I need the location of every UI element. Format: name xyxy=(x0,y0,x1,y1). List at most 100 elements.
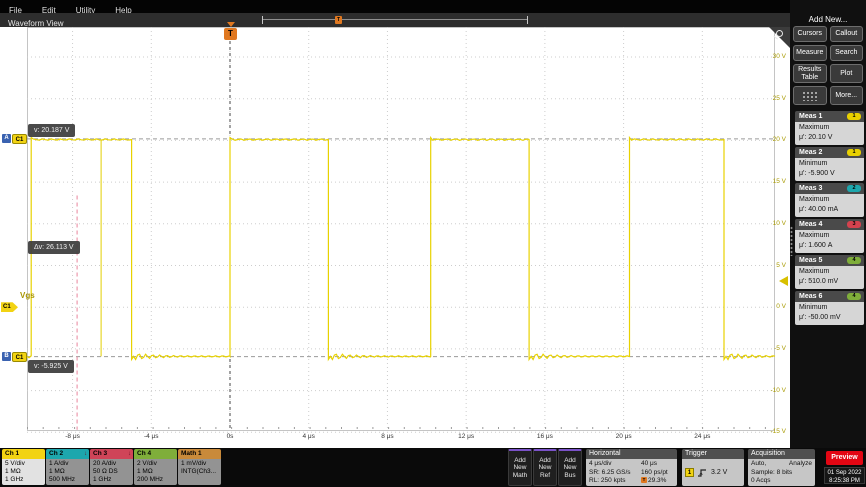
measurement-source-badge: 4 xyxy=(847,293,861,300)
measurement-badge[interactable]: Meas 54Maximumμ′: 510.0 mV xyxy=(795,255,864,289)
channel-settings: 5 V/div1 MΩ1 GHz xyxy=(2,459,45,485)
channel-tag: C1 xyxy=(12,352,27,362)
trigger-title: Trigger xyxy=(682,449,744,459)
horizontal-left-value: RL: 250 kpts xyxy=(589,477,641,486)
measurement-source-badge: 4 xyxy=(847,257,861,264)
measurement-value: μ′: 510.0 mV xyxy=(799,277,864,287)
cursor-a-readout[interactable]: v: 20.187 V xyxy=(28,124,75,137)
voltage-tick-label: 25 V xyxy=(758,95,786,102)
measurement-badge[interactable]: Meas 64Minimumμ′: -50.00 mV xyxy=(795,291,864,325)
voltage-tick-label: 15 V xyxy=(758,178,786,185)
voltage-tick-label: 5 V xyxy=(758,262,786,269)
time-value: 8:25:38 PM xyxy=(825,477,864,485)
measurement-badge[interactable]: Meas 43Maximumμ′: 1.600 A xyxy=(795,219,864,253)
cursor-b-readout[interactable]: v: -5.925 V xyxy=(28,360,74,373)
trigger-flag-tip-icon xyxy=(227,22,235,27)
horizontal-left-value: SR: 6.25 GS/s xyxy=(589,469,641,478)
acquisition-count: 0 Acqs xyxy=(751,477,812,486)
trigger-position-flag[interactable]: T xyxy=(224,28,237,40)
plot-button[interactable]: Plot xyxy=(830,64,864,83)
channel-header: Math 1 xyxy=(178,449,221,459)
results-table-button[interactable]: Results Table xyxy=(793,64,827,83)
horizontal-row: SR: 6.25 GS/s160 ps/pt xyxy=(586,469,677,478)
channel-setting-line: 50 Ω DS xyxy=(93,468,133,476)
channel-setting-line: 200 MHz xyxy=(137,476,177,484)
measurement-stat: Minimum xyxy=(799,303,864,313)
button-line: Add xyxy=(514,457,526,465)
measurement-source-badge: 1 xyxy=(847,149,861,156)
horizontal-badge[interactable]: Horizontal 4 μs/div40 μsSR: 6.25 GS/s160… xyxy=(586,449,677,486)
magnifier-icon xyxy=(776,30,783,37)
button-line: New xyxy=(563,464,576,472)
trigger-source-badge: 1 xyxy=(685,468,694,477)
acquisition-analyze: Analyze xyxy=(789,460,812,469)
channel-badge-ch1[interactable]: Ch 15 V/div1 MΩ1 GHz xyxy=(2,449,45,485)
channel-setting-line: 1 mV/div xyxy=(181,460,221,468)
cursor-b-marker[interactable]: BC1 xyxy=(2,352,27,362)
apps-grid-icon-button[interactable] xyxy=(793,86,827,105)
clipping-arrow-icon: ↓ xyxy=(84,449,87,459)
measurement-source-badge: 1 xyxy=(847,113,861,120)
record-view-bracket[interactable]: T xyxy=(262,16,528,24)
vgs-annotation: Vgs xyxy=(20,291,35,300)
measurement-badge[interactable]: Meas 11Maximumμ′: 20.10 V xyxy=(795,111,864,145)
waveform-view-tab[interactable]: Waveform View T xyxy=(0,13,790,27)
record-view-line xyxy=(263,19,527,20)
search-button[interactable]: Search xyxy=(830,45,864,61)
measurement-body: Maximumμ′: 40.00 mA xyxy=(795,194,864,217)
add-new-button-grid: CursorsCalloutMeasureSearchResults Table… xyxy=(793,26,863,105)
measurement-stat: Maximum xyxy=(799,267,864,277)
voltage-tick-label: 20 V xyxy=(758,136,786,143)
acquisition-mode: Auto, xyxy=(751,460,766,469)
time-tick-label: 16 μs xyxy=(531,433,559,440)
measurement-body: Maximumμ′: 510.0 mV xyxy=(795,266,864,289)
cursor-a-marker[interactable]: AC1 xyxy=(2,134,27,144)
voltage-tick-label: -15 V xyxy=(758,428,786,435)
channel-setting-line: 1 MΩ xyxy=(5,468,45,476)
add-new-math-button[interactable]: AddNewMath xyxy=(508,449,532,486)
channel-badge-math1[interactable]: Math 11 mV/divINTG(Ch3... xyxy=(178,449,221,485)
cursors-button[interactable]: Cursors xyxy=(793,26,827,42)
more-button[interactable]: More... xyxy=(830,86,864,105)
button-line: New xyxy=(513,464,526,472)
channel-tag: C1 xyxy=(12,134,27,144)
measurement-badge[interactable]: Meas 21Minimumμ′: -5.900 V xyxy=(795,147,864,181)
measurement-body: Maximumμ′: 20.10 V xyxy=(795,122,864,145)
measurement-header: Meas 32 xyxy=(795,183,864,194)
measurement-stat: Maximum xyxy=(799,195,864,205)
channel-setting-line: 1 A/div xyxy=(49,460,89,468)
callout-button[interactable]: Callout xyxy=(830,26,864,42)
channel-setting-line: 1 MΩ xyxy=(49,468,89,476)
voltage-tick-label: 0 V xyxy=(758,303,786,310)
measurement-badge-list: Meas 11Maximumμ′: 20.10 VMeas 21Minimumμ… xyxy=(795,111,864,327)
measurement-header: Meas 54 xyxy=(795,255,864,266)
measure-button[interactable]: Measure xyxy=(793,45,827,61)
voltage-tick-label: 10 V xyxy=(758,220,786,227)
measurement-source-badge: 2 xyxy=(847,185,861,192)
cursor-delta-readout[interactable]: Δv: 26.113 V xyxy=(28,241,80,254)
menu-bar: FileEditUtilityHelp xyxy=(0,0,866,13)
waveform-plot xyxy=(0,27,790,448)
measurement-badge[interactable]: Meas 32Maximumμ′: 40.00 mA xyxy=(795,183,864,217)
channel-badge-ch3[interactable]: Ch 3↓20 A/div50 Ω DS1 GHz xyxy=(90,449,133,485)
channel-badge-ch2[interactable]: Ch 2↓1 A/div1 MΩ500 MHz xyxy=(46,449,89,485)
time-tick-label: 20 μs xyxy=(610,433,638,440)
add-new-ref-button[interactable]: AddNewRef xyxy=(533,449,557,486)
trigger-level-arrow-icon[interactable] xyxy=(779,276,788,286)
channel-settings: 2 V/div1 MΩ200 MHz xyxy=(134,459,177,485)
channel-badge-ch4[interactable]: Ch 42 V/div1 MΩ200 MHz xyxy=(134,449,177,485)
ch1-waveform-trace xyxy=(27,138,775,360)
time-tick-label: 24 μs xyxy=(688,433,716,440)
add-new-bus-button[interactable]: AddNewBus xyxy=(558,449,582,486)
measurement-stat: Minimum xyxy=(799,159,864,169)
badge-scroll-handle[interactable] xyxy=(790,226,793,256)
horizontal-right-value: 40 μs xyxy=(641,460,657,469)
preview-button[interactable]: Preview xyxy=(826,451,863,465)
measurement-body: Maximumμ′: 1.600 A xyxy=(795,230,864,253)
trigger-badge[interactable]: Trigger 1 3.2 V xyxy=(682,449,744,486)
horizontal-right-value: T29.3% xyxy=(641,477,666,486)
horizontal-row: RL: 250 kptsT29.3% xyxy=(586,477,677,486)
measurement-source-badge: 3 xyxy=(847,221,861,228)
record-trigger-position-icon[interactable]: T xyxy=(335,16,342,24)
acquisition-badge[interactable]: Acquisition Auto, Analyze Sample: 8 bits… xyxy=(748,449,815,486)
